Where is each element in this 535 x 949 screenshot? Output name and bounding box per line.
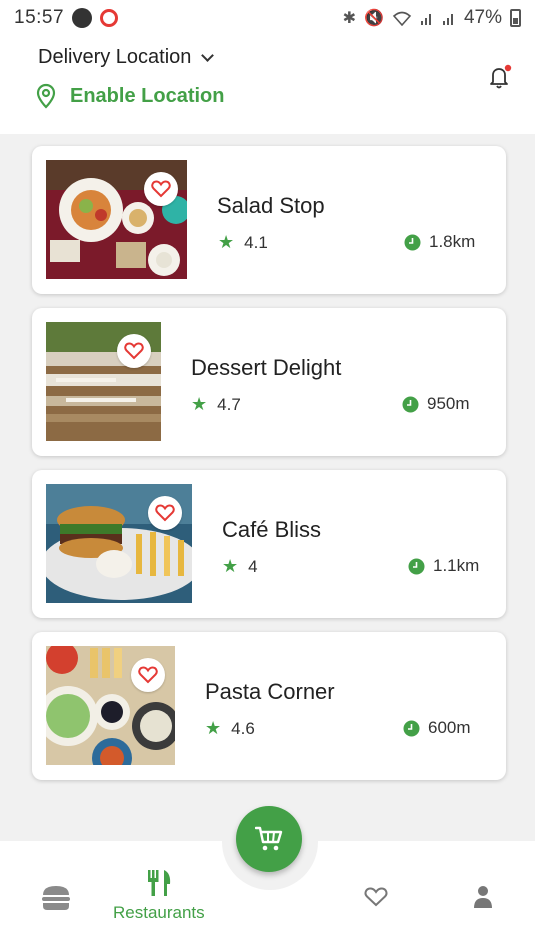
signal-icon <box>420 14 431 25</box>
status-time: 15:57 <box>14 7 65 28</box>
app-o-icon <box>100 9 119 27</box>
fork-knife-icon <box>147 870 170 896</box>
favorite-button[interactable] <box>144 172 178 206</box>
star-icon: ★ <box>218 232 235 252</box>
nav-item-restaurants[interactable]: Restaurants <box>113 869 205 923</box>
rating-value: 4.1 <box>244 232 268 252</box>
restaurant-card[interactable]: Dessert Delight ★ 4.7 950m <box>32 308 506 456</box>
restaurant-name: Salad Stop <box>217 193 325 218</box>
star-icon: ★ <box>191 394 208 414</box>
star-icon: ★ <box>205 718 222 738</box>
favorite-button[interactable] <box>148 496 182 530</box>
heart-icon <box>155 504 175 522</box>
heart-icon <box>364 887 388 907</box>
restaurant-name: Pasta Corner <box>205 679 335 704</box>
distance-value: 600m <box>428 718 471 737</box>
cart-button[interactable] <box>236 806 302 872</box>
battery-icon <box>510 9 521 27</box>
star-icon: ★ <box>222 556 239 576</box>
battery-percent: 47% <box>463 7 502 28</box>
nav-item-favorites[interactable] <box>364 887 388 907</box>
distance-value: 1.1km <box>433 556 480 575</box>
distance-value: 950m <box>427 394 470 413</box>
signal-icon <box>442 14 453 25</box>
restaurant-card[interactable]: Salad Stop ★ 4.1 1.8km <box>32 146 506 294</box>
restaurant-name: Café Bliss <box>222 517 322 542</box>
clock-icon <box>404 234 421 250</box>
favorite-button[interactable] <box>117 334 151 368</box>
status-bar: 15:57 ✱ 🔇 47% <box>0 0 535 36</box>
delivery-location-dropdown[interactable]: Delivery Location <box>38 46 215 69</box>
status-right: ✱ 🔇 47% <box>343 7 521 29</box>
distance: 600m <box>403 718 471 738</box>
location-pin-icon <box>36 83 56 109</box>
rating: ★ 4.6 <box>205 718 255 739</box>
enable-location-label: Enable Location <box>70 84 225 107</box>
heart-icon <box>138 666 158 684</box>
rating: ★ 4.7 <box>191 394 241 415</box>
nav-item-menu[interactable] <box>41 885 71 911</box>
rating-value: 4.7 <box>217 394 241 414</box>
chevron-down-icon <box>201 48 215 62</box>
rating: ★ 4 <box>222 556 258 577</box>
heart-icon <box>124 342 144 360</box>
restaurant-card[interactable]: Pasta Corner ★ 4.6 600m <box>32 632 506 780</box>
clock-icon <box>402 396 419 412</box>
heart-icon <box>151 180 171 198</box>
header: Delivery Location Enable Location <box>0 36 535 134</box>
nav-item-profile[interactable] <box>473 885 493 909</box>
favorite-button[interactable] <box>131 658 165 692</box>
mute-icon: 🔇 <box>364 10 384 27</box>
burger-icon <box>42 886 70 910</box>
notification-dot <box>504 64 512 72</box>
distance: 1.8km <box>404 232 475 252</box>
restaurant-card[interactable]: Café Bliss ★ 4 1.1km <box>32 470 506 618</box>
notification-bell-icon[interactable] <box>487 64 513 90</box>
distance: 950m <box>402 394 470 414</box>
wifi-icon <box>392 11 412 26</box>
delivery-location-label: Delivery Location <box>38 46 192 68</box>
person-icon <box>474 886 492 908</box>
rating-value: 4.6 <box>231 718 255 738</box>
clock-icon <box>408 558 425 574</box>
app-a-icon <box>72 8 93 28</box>
restaurant-name: Dessert Delight <box>191 355 342 380</box>
bluetooth-icon: ✱ <box>342 10 357 27</box>
rating: ★ 4.1 <box>218 232 268 253</box>
cart-icon <box>255 826 283 851</box>
enable-location-button[interactable]: Enable Location <box>36 83 224 109</box>
distance-value: 1.8km <box>429 232 476 251</box>
clock-icon <box>403 720 420 736</box>
nav-label-restaurants: Restaurants <box>113 903 205 922</box>
distance: 1.1km <box>408 556 479 576</box>
rating-value: 4 <box>248 556 258 576</box>
